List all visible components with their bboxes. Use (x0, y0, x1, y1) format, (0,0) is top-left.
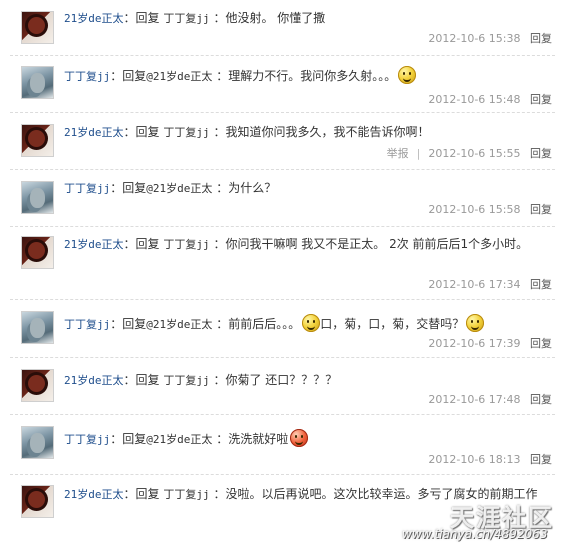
reply-word: 回复 (122, 69, 147, 83)
comment-meta: 举报 | 2012-10-6 15:55 回复 (386, 147, 552, 160)
username-link[interactable]: 21岁de正太 (64, 374, 124, 387)
comment-meta: 2012-10-6 15:48 回复 (428, 91, 552, 107)
comment-line: 丁丁复jj：回复@21岁de正太 ：理解力不行。我问你多久射。。。 (64, 66, 554, 87)
timestamp: 2012-10-6 15:55 (428, 147, 521, 160)
angry-face-icon (290, 429, 309, 447)
reply-button[interactable]: 回复 (530, 203, 552, 216)
comment-item: 丁丁复jj：回复@21岁de正太 ：理解力不行。我问你多久射。。。 2012-1… (0, 56, 571, 112)
comment-text: 没啦。以后再说吧。这次比较幸运。多亏了腐女的前期工作 (225, 487, 538, 501)
comment-text: 前前后后。。。 (228, 317, 301, 331)
username-link[interactable]: 丁丁复jj (64, 433, 110, 446)
reply-target: 丁丁复jj (163, 488, 210, 501)
username-link[interactable]: 21岁de正太 (64, 488, 124, 501)
username-link[interactable]: 21岁de正太 (64, 12, 124, 25)
comment-meta: 2012-10-6 17:39 回复 (428, 335, 552, 351)
username-link[interactable]: 21岁de正太 (64, 126, 124, 139)
comment-text: 你问我干嘛啊 我又不是正太。 2次 前前后后1个多小时。 (225, 237, 529, 251)
avatar[interactable] (21, 311, 54, 344)
report-link[interactable]: 举报 (387, 147, 409, 160)
avatar[interactable] (21, 11, 54, 44)
comment-item: 丁丁复jj：回复@21岁de正太 ：为什么？ 2012-10-6 15:58 回… (0, 170, 571, 226)
comment-item: 丁丁复jj：回复@21岁de正太 ：洗洗就好啦 2012-10-6 18:13 … (0, 415, 571, 474)
timestamp: 2012-10-6 15:38 (428, 32, 521, 45)
reply-target: 丁丁复jj (163, 238, 210, 251)
reply-word: 回复 (135, 11, 160, 25)
comment-item: 21岁de正太：回复 丁丁复jj ：你菊了 还口？？？？ 2012-10-6 1… (0, 358, 571, 414)
reply-button[interactable]: 回复 (530, 278, 552, 291)
reply-button[interactable]: 回复 (530, 393, 552, 406)
timestamp: 2012-10-6 17:39 (428, 337, 521, 350)
reply-word: 回复 (135, 125, 160, 139)
avatar[interactable] (21, 124, 54, 157)
avatar[interactable] (21, 181, 54, 214)
comment-text: 你菊了 还口？？？？ (225, 373, 338, 387)
username-link[interactable]: 丁丁复jj (64, 70, 110, 83)
comment-line: 21岁de正太：回复 丁丁复jj ：你菊了 还口？？？？ (64, 373, 338, 387)
username-link[interactable]: 21岁de正太 (64, 238, 124, 251)
scared-face-icon (302, 314, 321, 332)
reply-target: 丁丁复jj (163, 374, 210, 387)
comment-line: 21岁de正太：回复 丁丁复jj ：我知道你问我多久，我不能告诉你啊！ (64, 125, 430, 139)
timestamp: 2012-10-6 15:58 (428, 203, 521, 216)
comment-text: 他没射。 你懂了撒 (225, 11, 326, 25)
comment-text: 口，菊，口，菊，交替吗？ (320, 317, 465, 331)
timestamp: 2012-10-6 17:34 (428, 278, 521, 291)
reply-target: @21岁de正太 (146, 318, 213, 331)
comment-item: 21岁de正太：回复 丁丁复jj ：我知道你问我多久，我不能告诉你啊！ 举报 | 2… (0, 113, 571, 169)
comment-item: 21岁de正太：回复 丁丁复jj ：他没射。 你懂了撒 2012-10-6 15… (0, 0, 571, 55)
reply-word: 回复 (135, 487, 160, 501)
comment-meta: 2012-10-6 17:34 回复 (428, 276, 552, 292)
avatar[interactable] (21, 369, 54, 402)
username-link[interactable]: 丁丁复jj (64, 182, 110, 195)
comment-line: 21岁de正太：回复 丁丁复jj ：他没射。 你懂了撒 (64, 11, 326, 25)
reply-word: 回复 (122, 317, 147, 331)
comment-item: 丁丁复jj：回复@21岁de正太 ：前前后后。。。 口，菊，口，菊，交替吗？ 20… (0, 300, 571, 357)
comment-item: 21岁de正太：回复 丁丁复jj ：没啦。以后再说吧。这次比较幸运。多亏了腐女的… (0, 475, 571, 545)
comment-text: 洗洗就好啦 (228, 432, 289, 446)
comment-line: 21岁de正太：回复 丁丁复jj ：没啦。以后再说吧。这次比较幸运。多亏了腐女的… (64, 487, 538, 501)
reply-word: 回复 (135, 237, 160, 251)
comment-item: 21岁de正太：回复 丁丁复jj ：你问我干嘛啊 我又不是正太。 2次 前前后后… (0, 227, 571, 299)
avatar[interactable] (21, 66, 54, 99)
timestamp: 2012-10-6 17:48 (428, 393, 521, 406)
timestamp: 2012-10-6 15:48 (428, 93, 521, 106)
comment-text: 为什么？ (228, 181, 277, 195)
reply-word: 回复 (122, 181, 147, 195)
reply-button[interactable]: 回复 (530, 32, 552, 45)
avatar[interactable] (21, 485, 54, 518)
avatar[interactable] (21, 236, 54, 269)
comment-line: 21岁de正太：回复 丁丁复jj ：你问我干嘛啊 我又不是正太。 2次 前前后后… (64, 237, 529, 251)
comment-text: 理解力不行。我问你多久射。。。 (228, 69, 397, 83)
comment-list: 21岁de正太：回复 丁丁复jj ：他没射。 你懂了撒 2012-10-6 15… (0, 0, 571, 545)
reply-button[interactable]: 回复 (530, 453, 552, 466)
comment-line: 丁丁复jj：回复@21岁de正太 ：前前后后。。。 口，菊，口，菊，交替吗？ (64, 314, 554, 335)
reply-target: @21岁de正太 (146, 433, 213, 446)
reply-target: 丁丁复jj (163, 12, 210, 25)
username-link[interactable]: 丁丁复jj (64, 318, 110, 331)
comment-text: 我知道你问我多久，我不能告诉你啊！ (225, 125, 430, 139)
comment-meta: 2012-10-6 15:58 回复 (428, 201, 552, 217)
reply-target: 丁丁复jj (163, 126, 210, 139)
reply-button[interactable]: 回复 (530, 337, 552, 350)
face-icon (398, 66, 417, 84)
comment-meta: 2012-10-6 18:13 回复 (428, 451, 552, 467)
reply-word: 回复 (135, 373, 160, 387)
reply-word: 回复 (122, 432, 147, 446)
comment-line: 丁丁复jj：回复@21岁de正太 ：洗洗就好啦 (64, 429, 554, 450)
reply-button[interactable]: 回复 (530, 93, 552, 106)
reply-target: @21岁de正太 (146, 70, 213, 83)
comment-line: 丁丁复jj：回复@21岁de正太 ：为什么？ (64, 181, 277, 195)
comment-meta: 2012-10-6 15:38 回复 (428, 30, 552, 46)
avatar[interactable] (21, 426, 54, 459)
reply-target: @21岁de正太 (146, 182, 213, 195)
timestamp: 2012-10-6 18:13 (428, 453, 521, 466)
comment-meta: 2012-10-6 17:48 回复 (428, 391, 552, 407)
face-icon (466, 314, 485, 332)
reply-button[interactable]: 回复 (530, 147, 552, 160)
